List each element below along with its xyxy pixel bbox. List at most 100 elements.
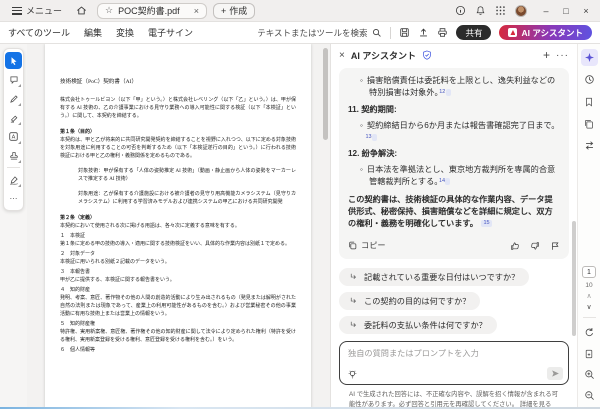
print-icon[interactable] (437, 27, 448, 38)
info-icon[interactable] (455, 5, 466, 16)
zoom-in-button[interactable] (581, 366, 598, 383)
window-minimize-button[interactable]: – (536, 6, 556, 16)
add-text-tool-button[interactable]: A (5, 128, 22, 145)
organize-pages-rail-button[interactable] (581, 137, 598, 154)
citation-badge[interactable]: 13 (372, 134, 377, 141)
bookmarks-rail-button[interactable] (581, 93, 598, 110)
convert-button[interactable]: 変換 (116, 26, 134, 39)
stamp-tool-button[interactable] (5, 147, 22, 164)
sign-tool-button[interactable] (5, 171, 22, 188)
share-button[interactable]: 共有 (456, 25, 491, 40)
citation-badge[interactable]: 15 (481, 220, 492, 227)
pencil-icon (9, 94, 19, 104)
answer-bullet: 日本法を準拠法とし、東京地方裁判所を専属的合意管轄裁判所とする。14 (360, 164, 560, 188)
thumbs-up-icon[interactable] (510, 241, 520, 251)
create-tab-button[interactable]: + 作成 (213, 3, 255, 19)
ai-assistant-panel: × AI アシスタント + ··· 損害賠償責任は委託料を上限とし、逸失利益など… (330, 44, 577, 409)
prompt-input[interactable] (348, 347, 560, 368)
home-icon (76, 5, 87, 16)
draw-tool-button[interactable] (5, 90, 22, 107)
document-scrollbar-thumb[interactable] (323, 48, 328, 140)
doc-paragraph: 甲が乙に提供する、本検証に関する報告書をいう。 (60, 277, 296, 285)
comment-tool-button[interactable] (5, 71, 22, 88)
ai-panel-header: × AI アシスタント + ··· (331, 44, 577, 66)
comment-bubble-icon (9, 75, 19, 85)
ai-panel-title: AI アシスタント (351, 49, 416, 62)
zoom-out-icon (584, 390, 595, 401)
answer-heading: 11. 契約期間: (348, 104, 560, 116)
copy-button[interactable]: コピー (348, 240, 386, 252)
doc-paragraph: 対象用途：乙が保有する介護施設における被介護者の見守り用高機能カメラシステム（見… (60, 191, 296, 207)
branch-arrow-icon (349, 272, 358, 281)
right-tool-rail: 1 10 ∧ ∨ (577, 44, 600, 409)
ai-assistant-button[interactable]: AI アシスタント (499, 25, 592, 40)
citation-badge[interactable]: 14 (445, 178, 450, 185)
tab-close-icon[interactable]: × (194, 6, 199, 16)
doc-paragraph: ６ 個人情報等 (60, 347, 296, 355)
cursor-icon (9, 56, 19, 66)
close-panel-icon[interactable]: × (339, 50, 345, 61)
highlight-tool-button[interactable] (5, 109, 22, 126)
citation-badge[interactable]: 12 (446, 89, 451, 96)
doc-paragraph: 本検証に用いられる別紙２記載のデータをいう。 (60, 259, 296, 267)
more-tools-button[interactable]: ⋯ (5, 190, 22, 207)
user-avatar[interactable] (515, 5, 527, 17)
history-rail-button[interactable] (581, 71, 598, 88)
next-page-button[interactable]: ∨ (586, 304, 591, 311)
thumbs-down-icon[interactable] (530, 241, 540, 251)
total-pages-label: 10 (585, 282, 592, 289)
lightbulb-icon[interactable] (347, 369, 358, 380)
doc-paragraph: 対象技術：甲が保有する「人体の姿勢推定 AI 技術」（動画・静止画から人体の姿勢… (60, 168, 296, 184)
document-tab[interactable]: ☆ POC契約書.pdf × (97, 3, 207, 19)
esign-button[interactable]: 電子サイン (148, 26, 193, 39)
page-thumbnails-rail-button[interactable] (581, 115, 598, 132)
panel-scrollbar-thumb[interactable] (572, 221, 576, 336)
save-icon[interactable] (399, 27, 410, 38)
suggested-questions: 記載されている重要な日付はいつですか？ この契約の目的は何ですか？ 委託料の支払… (339, 268, 569, 334)
select-tool-button[interactable] (5, 52, 22, 69)
doc-paragraph: ５ 知的財産権 (60, 321, 296, 329)
rotate-page-button[interactable] (581, 324, 598, 341)
answer-bullet: 契約締結日から6か月または報告書確認完了日まで。13 (360, 120, 560, 144)
search-input[interactable]: テキストまたはツールを検索 (257, 27, 382, 39)
zoom-out-button[interactable] (581, 387, 598, 404)
panel-overflow-menu-button[interactable]: ··· (556, 50, 569, 61)
document-viewer[interactable]: 技術検証（PoC）契約書（AI） 株式会社トゥールビヨン（以下「甲」という。）と… (27, 44, 330, 409)
edit-button[interactable]: 編集 (84, 26, 102, 39)
answer-heading: 12. 紛争解決: (348, 148, 560, 160)
report-flag-icon[interactable] (550, 241, 560, 251)
tab-title: POC契約書.pdf (118, 4, 180, 17)
branch-arrow-icon (349, 320, 358, 329)
window-maximize-button[interactable]: □ (556, 6, 576, 16)
menu-button[interactable]: メニュー (8, 2, 66, 19)
home-button[interactable] (72, 3, 91, 18)
all-tools-button[interactable]: すべてのツール (8, 26, 70, 39)
upload-share-icon[interactable] (418, 27, 429, 38)
window-close-button[interactable]: × (576, 6, 596, 16)
suggested-question-chip[interactable]: 委託料の支払い条件は何ですか？ (339, 316, 497, 334)
current-page-input[interactable]: 1 (582, 266, 596, 278)
app-grid-icon[interactable] (495, 5, 506, 16)
prompt-input-box (339, 341, 569, 385)
document-scrollbar[interactable] (323, 46, 328, 407)
notifications-bell-icon[interactable] (475, 5, 486, 16)
previous-page-button[interactable]: ∧ (586, 293, 591, 300)
left-tool-rail: A ⋯ (0, 44, 27, 409)
answer-summary: この契約書は、技術検証の具体的な作業内容、データ提供形式、秘密保持、損害賠償など… (348, 194, 560, 230)
ai-assistant-rail-button[interactable] (581, 49, 598, 66)
suggested-question-chip[interactable]: 記載されている重要な日付はいつですか？ (339, 268, 529, 286)
share-label: 共有 (465, 27, 482, 39)
ai-disclaimer: AI で生成された回答には、不正確な内容や、誤解を招く情報が含まれる可能性があり… (339, 385, 569, 409)
doc-paragraph: 株式会社トゥールビヨン（以下「甲」という。）と株式会社レベリング（以下「乙」とい… (60, 97, 296, 121)
fit-page-button[interactable] (581, 345, 598, 362)
doc-paragraph: 技術検証（PoC）契約書（AI） (60, 78, 296, 87)
create-label: 作成 (229, 4, 247, 17)
new-conversation-button[interactable]: + (543, 48, 550, 62)
send-button[interactable] (547, 367, 563, 380)
star-icon[interactable]: ☆ (105, 5, 113, 16)
toolbar: すべてのツール 編集 変換 電子サイン テキストまたはツールを検索 共有 AI … (0, 22, 600, 44)
ai-answer-bubble: 損害賠償責任は委託料を上限とし、逸失利益などの特別損害は対象外。12 11. 契… (339, 68, 569, 259)
copy-icon (348, 241, 357, 250)
suggested-question-chip[interactable]: この契約の目的は何ですか？ (339, 292, 480, 310)
plus-icon: + (221, 6, 226, 16)
